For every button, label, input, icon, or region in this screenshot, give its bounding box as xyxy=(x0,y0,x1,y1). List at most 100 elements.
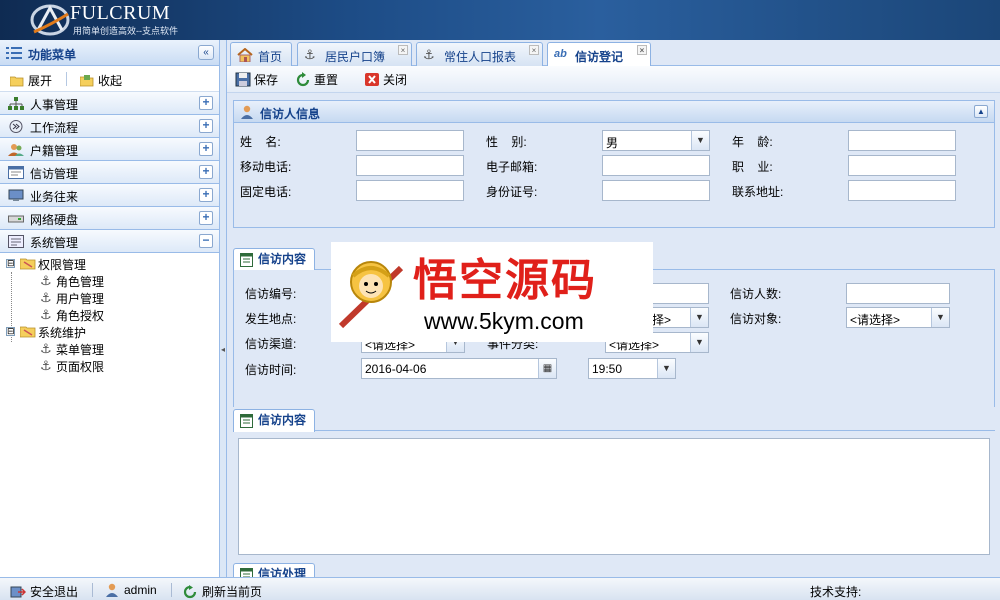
sidebar-title: 功能菜单 xyxy=(28,48,77,62)
tab-population-report[interactable]: ⚓ 常住人口报表 × xyxy=(416,42,543,66)
expand-icon[interactable]: + xyxy=(199,142,213,156)
chevron-down-icon[interactable]: ▼ xyxy=(931,308,949,327)
expand-all-button[interactable]: 展开 xyxy=(10,72,52,89)
close-button[interactable]: 关闭 xyxy=(364,71,407,88)
tree-node-permissions[interactable]: ⊟ 权限管理 xyxy=(0,255,219,272)
tab-label: 首页 xyxy=(258,50,283,64)
refresh-button[interactable]: 刷新当前页 xyxy=(182,583,262,600)
anchor-icon: ⚓ xyxy=(304,47,316,62)
tech-support-label: 技术支持: xyxy=(810,585,862,599)
logout-label: 安全退出 xyxy=(30,585,79,599)
name-input[interactable] xyxy=(356,130,464,151)
monkey-king-logo-icon xyxy=(338,261,404,329)
handling-tabstrip: 信访处理 xyxy=(233,561,995,577)
collapse-all-label: 收起 xyxy=(98,74,123,88)
people-icon xyxy=(8,144,24,156)
menu-item-netdisk[interactable]: 网络硬盘 + xyxy=(0,207,219,230)
panel-title: 信访人信息 xyxy=(260,107,321,121)
anchor-icon: ⚓ xyxy=(40,358,52,373)
save-button[interactable]: 保存 xyxy=(235,71,278,88)
chevron-down-icon[interactable]: ▼ xyxy=(690,308,708,327)
address-input[interactable] xyxy=(848,180,956,201)
age-label: 年 龄: xyxy=(732,135,773,149)
close-tab-icon[interactable]: × xyxy=(637,45,647,55)
tab-household-register[interactable]: ⚓ 居民户口簿 × xyxy=(297,42,412,66)
menu-item-label: 信访管理 xyxy=(30,167,79,181)
tree-collapse-icon[interactable]: ⊟ xyxy=(6,259,15,268)
tree-leaf-page-permission[interactable]: ⚓ 页面权限 xyxy=(0,357,219,375)
expand-icon[interactable]: + xyxy=(199,119,213,133)
visit-date-picker[interactable]: 2016-04-06 ▦ xyxy=(361,358,557,379)
chevron-down-icon[interactable]: ▼ xyxy=(691,131,709,150)
tab-visit-handling[interactable]: 信访处理 xyxy=(233,563,316,577)
close-tab-icon[interactable]: × xyxy=(529,45,539,55)
calendar-icon[interactable]: ▦ xyxy=(538,359,556,378)
tab-label: 信访登记 xyxy=(575,50,624,64)
content-tabstrip: 信访内容 xyxy=(233,407,995,432)
tree-collapse-icon[interactable]: ⊟ xyxy=(6,327,15,336)
phone-input[interactable] xyxy=(356,180,464,201)
sidebar-splitter[interactable]: ◂ xyxy=(220,40,227,577)
tree-leaf-role-auth[interactable]: ⚓ 角色授权 xyxy=(0,306,219,324)
tab-home[interactable]: 首页 xyxy=(230,42,292,66)
expand-icon[interactable]: + xyxy=(199,211,213,225)
splitter-arrow-icon[interactable]: ◂ xyxy=(221,345,225,354)
logout-button[interactable]: 安全退出 xyxy=(10,583,78,600)
folder-collapse-icon xyxy=(80,74,94,86)
watermark-url: www.5kym.com xyxy=(424,308,584,334)
visit-content-textarea[interactable] xyxy=(238,438,990,555)
anchor-icon: ⚓ xyxy=(423,47,435,62)
menu-item-petition[interactable]: 信访管理 + xyxy=(0,161,219,184)
user-icon xyxy=(106,583,118,597)
tree-leaf-label: 页面权限 xyxy=(56,360,105,374)
form-icon xyxy=(240,568,253,577)
menu-item-business[interactable]: 业务往来 + xyxy=(0,184,219,207)
anchor-icon: ⚓ xyxy=(40,307,52,322)
collapse-all-button[interactable]: 收起 xyxy=(80,72,122,89)
menu-item-household[interactable]: 户籍管理 + xyxy=(0,138,219,161)
tree-leaf-role-manage[interactable]: ⚓ 角色管理 xyxy=(0,272,219,290)
fulcrum-logo-icon xyxy=(30,4,70,36)
idcard-input[interactable] xyxy=(602,180,710,201)
petitioner-info-panel: 信访人信息 ▲ 姓 名: 性 别: 男 ▼ 年 龄: 移动电话: 电子邮箱: 职… xyxy=(233,100,995,228)
expand-icon[interactable]: + xyxy=(199,188,213,202)
tab-petition-register[interactable]: ab 信访登记 × xyxy=(547,42,651,67)
chevron-down-icon[interactable]: ▼ xyxy=(657,359,675,378)
email-input[interactable] xyxy=(602,155,710,176)
expand-icon[interactable]: + xyxy=(199,165,213,179)
close-tab-icon[interactable]: × xyxy=(398,45,408,55)
watermark-title: 悟空源码 xyxy=(413,255,597,306)
menu-item-label: 户籍管理 xyxy=(30,144,79,158)
tool-divider xyxy=(66,72,67,86)
menu-item-system[interactable]: 系统管理 − xyxy=(0,230,219,253)
menu-item-personnel[interactable]: 人事管理 + xyxy=(0,92,219,115)
folder-icon xyxy=(20,258,36,270)
target-select[interactable]: <请选择> ▼ xyxy=(846,307,950,328)
mobile-label: 移动电话: xyxy=(240,160,292,174)
collapse-panel-icon[interactable]: ▲ xyxy=(974,105,988,118)
collapse-icon[interactable]: − xyxy=(199,234,213,248)
form-icon xyxy=(240,253,253,267)
close-label: 关闭 xyxy=(383,73,408,87)
gender-select[interactable]: 男 ▼ xyxy=(602,130,710,151)
reset-icon xyxy=(296,72,310,87)
collapse-sidebar-button[interactable]: « xyxy=(198,45,214,60)
mobile-input[interactable] xyxy=(356,155,464,176)
folder-icon xyxy=(20,326,36,338)
tab-visit-content[interactable]: 信访内容 xyxy=(233,409,316,432)
age-input[interactable] xyxy=(848,130,956,151)
menu-item-workflow[interactable]: 工作流程 + xyxy=(0,115,219,138)
tab-visit-info[interactable]: 信访内容 xyxy=(233,248,316,271)
menu-item-label: 网络硬盘 xyxy=(30,213,79,227)
tree-node-maintenance[interactable]: ⊟ 系统维护 xyxy=(0,323,219,340)
tree-leaf-menu-manage[interactable]: ⚓ 菜单管理 xyxy=(0,340,219,358)
visit-time-select[interactable]: 19:50 ▼ xyxy=(588,358,676,379)
reset-button[interactable]: 重置 xyxy=(295,71,338,88)
visit-count-input[interactable] xyxy=(846,283,950,304)
expand-icon[interactable]: + xyxy=(199,96,213,110)
tech-support: 技术支持: xyxy=(810,583,861,600)
tab-label: 信访处理 xyxy=(258,567,307,577)
job-input[interactable] xyxy=(848,155,956,176)
tree-leaf-user-manage[interactable]: ⚓ 用户管理 xyxy=(0,289,219,307)
chevron-down-icon[interactable]: ▼ xyxy=(690,333,708,352)
